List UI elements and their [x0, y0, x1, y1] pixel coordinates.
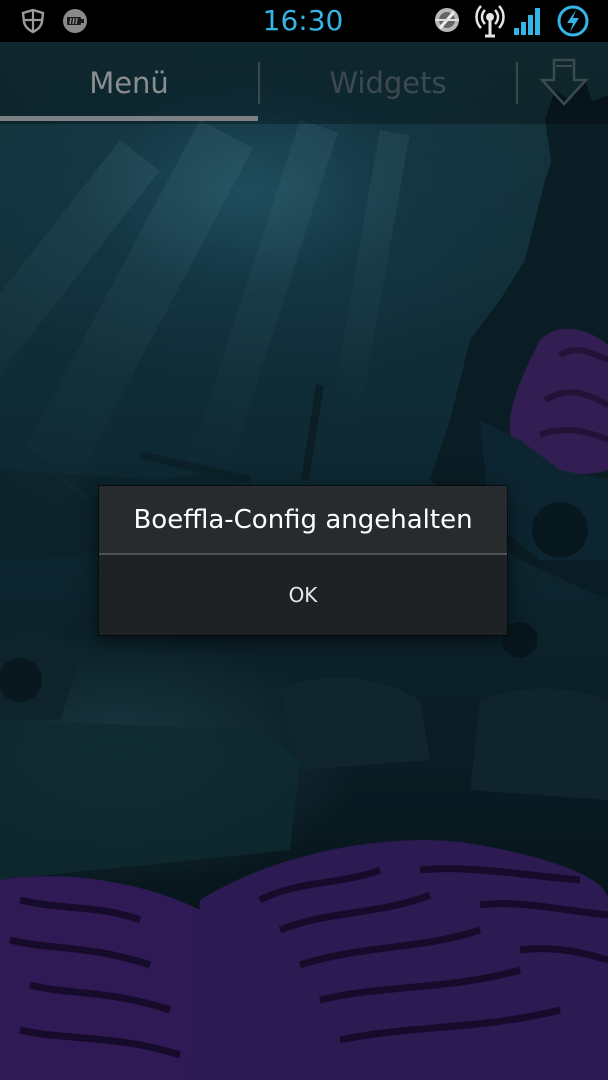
app-stopped-dialog: Boeffla-Config angehalten OK	[99, 486, 507, 635]
home-screen: 16:30 Menü Widgets Boeffla-Config angeha…	[0, 0, 608, 1080]
dialog-title: Boeffla-Config angehalten	[133, 505, 473, 535]
ok-button[interactable]: OK	[99, 555, 507, 635]
